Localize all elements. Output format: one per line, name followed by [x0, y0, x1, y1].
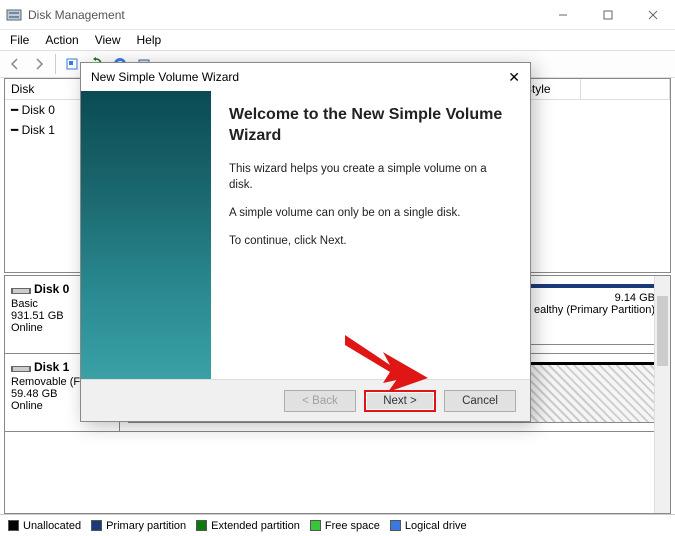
wizard-dialog: New Simple Volume Wizard ✕ Welcome to th…	[80, 62, 531, 422]
toolbar-separator	[55, 54, 56, 74]
back-button[interactable]	[4, 53, 26, 75]
app-title: Disk Management	[28, 8, 540, 22]
disk-cell: ━ Disk 0	[11, 103, 55, 117]
wizard-text: To continue, click Next.	[229, 233, 512, 249]
legend: Unallocated Primary partition Extended p…	[0, 514, 675, 536]
next-button[interactable]: Next >	[364, 390, 436, 412]
legend-extended: Extended partition	[196, 520, 300, 532]
disk-cell: ━ Disk 1	[11, 123, 55, 137]
wizard-text: This wizard helps you create a simple vo…	[229, 161, 512, 193]
window-controls	[540, 0, 675, 29]
wizard-close-button[interactable]: ✕	[508, 69, 520, 86]
vertical-scrollbar[interactable]	[654, 276, 670, 513]
legend-unallocated: Unallocated	[8, 520, 81, 532]
menubar: File Action View Help	[0, 30, 675, 50]
legend-free: Free space	[310, 520, 380, 532]
legend-logical: Logical drive	[390, 520, 467, 532]
menu-action[interactable]: Action	[39, 31, 84, 49]
wizard-banner	[81, 91, 211, 379]
menu-view[interactable]: View	[89, 31, 127, 49]
titlebar: Disk Management	[0, 0, 675, 30]
wizard-heading: Welcome to the New Simple Volume Wizard	[229, 105, 512, 147]
menu-help[interactable]: Help	[131, 31, 168, 49]
maximize-button[interactable]	[585, 0, 630, 29]
minimize-button[interactable]	[540, 0, 585, 29]
back-button: < Back	[284, 390, 356, 412]
removable-icon	[11, 363, 31, 373]
disk-management-icon	[6, 7, 22, 23]
legend-primary: Primary partition	[91, 520, 186, 532]
cancel-button[interactable]: Cancel	[444, 390, 516, 412]
forward-button[interactable]	[28, 53, 50, 75]
col-spacer	[580, 79, 670, 100]
hdd-icon	[11, 285, 31, 295]
wizard-title: New Simple Volume Wizard	[91, 70, 508, 84]
close-button[interactable]	[630, 0, 675, 29]
wizard-text: A simple volume can only be on a single …	[229, 205, 512, 221]
menu-file[interactable]: File	[4, 31, 35, 49]
